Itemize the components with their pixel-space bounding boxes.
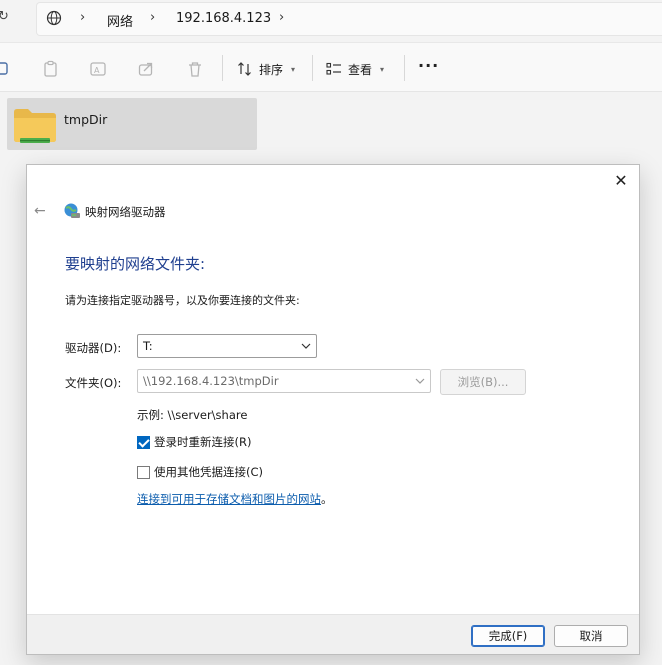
share-icon[interactable] — [137, 60, 155, 78]
refresh-icon[interactable]: ↻ — [0, 10, 12, 24]
view-list-icon — [326, 62, 341, 75]
dialog-title: 映射网络驱动器 — [85, 205, 166, 219]
svg-text:A: A — [94, 66, 100, 75]
shared-folder-icon — [14, 109, 56, 143]
breadcrumb-chevron-icon[interactable]: › — [150, 10, 155, 25]
command-bar: A 排序 ▾ 查看 ▾ ··· — [0, 42, 662, 92]
folder-path-value: \\192.168.4.123\tmpDir — [143, 374, 279, 388]
reconnect-checkbox-row[interactable]: 登录时重新连接(R) — [137, 434, 251, 450]
website-storage-link[interactable]: 连接到可用于存储文档和图片的网站 — [137, 492, 321, 506]
breadcrumb-chevron-icon[interactable]: › — [80, 10, 85, 25]
more-options-button[interactable]: ··· — [418, 58, 439, 74]
network-globe-icon — [46, 10, 62, 26]
toolbar-divider — [222, 55, 223, 81]
chevron-down-icon — [301, 343, 311, 349]
back-arrow-icon[interactable]: ← — [34, 203, 46, 219]
dialog-instruction: 请为连接指定驱动器号，以及你要连接的文件夹: — [65, 294, 300, 307]
view-button[interactable]: 查看 ▾ — [326, 58, 384, 80]
toolbar-divider — [404, 55, 405, 81]
view-label: 查看 — [348, 62, 373, 77]
copy-icon[interactable] — [0, 60, 12, 78]
cancel-button[interactable]: 取消 — [554, 625, 628, 647]
chevron-down-icon — [415, 378, 425, 384]
close-icon[interactable]: ✕ — [611, 171, 631, 191]
reconnect-label: 登录时重新连接(R) — [154, 435, 252, 449]
chevron-down-icon: ▾ — [291, 64, 296, 74]
drive-letter-select[interactable]: T: — [137, 334, 317, 358]
breadcrumb-chevron-icon[interactable]: › — [279, 10, 284, 25]
sort-arrows-icon — [238, 62, 251, 76]
network-drive-icon — [64, 203, 80, 218]
folder-path-combobox[interactable]: \\192.168.4.123\tmpDir — [137, 369, 431, 393]
sort-label: 排序 — [259, 62, 284, 77]
reconnect-checkbox[interactable] — [137, 435, 150, 449]
drive-label: 驱动器(D): — [65, 341, 122, 355]
map-network-drive-dialog: ✕ ← 映射网络驱动器 要映射的网络文件夹: 请为连接指定驱动器号，以及你要连接… — [26, 164, 640, 655]
dialog-footer: 完成(F) 取消 — [27, 614, 639, 654]
toolbar-divider — [312, 55, 313, 81]
paste-icon[interactable] — [42, 60, 60, 78]
browse-button[interactable]: 浏览(B)... — [440, 369, 526, 395]
other-credentials-label: 使用其他凭据连接(C) — [154, 465, 264, 479]
folder-name: tmpDir — [64, 112, 108, 127]
folder-label: 文件夹(O): — [65, 376, 122, 390]
link-suffix: 。 — [321, 492, 333, 506]
breadcrumb-network[interactable]: 网络 — [107, 11, 133, 30]
address-bar: ↻ › 网络 › 192.168.4.123 › — [0, 0, 662, 40]
website-link-line: 连接到可用于存储文档和图片的网站。 — [137, 491, 333, 507]
drive-letter-value: T: — [143, 339, 153, 353]
delete-icon[interactable] — [186, 60, 204, 78]
chevron-down-icon: ▾ — [380, 64, 385, 74]
dialog-heading: 要映射的网络文件夹: — [65, 255, 206, 273]
finish-button[interactable]: 完成(F) — [471, 625, 545, 647]
other-credentials-checkbox[interactable] — [137, 465, 150, 479]
path-example: 示例: \\server\share — [137, 408, 248, 422]
list-item[interactable]: tmpDir — [7, 98, 257, 150]
rename-icon[interactable]: A — [89, 60, 107, 78]
breadcrumb-host[interactable]: 192.168.4.123 — [176, 11, 271, 26]
other-credentials-checkbox-row[interactable]: 使用其他凭据连接(C) — [137, 464, 263, 480]
sort-button[interactable]: 排序 ▾ — [237, 58, 295, 80]
